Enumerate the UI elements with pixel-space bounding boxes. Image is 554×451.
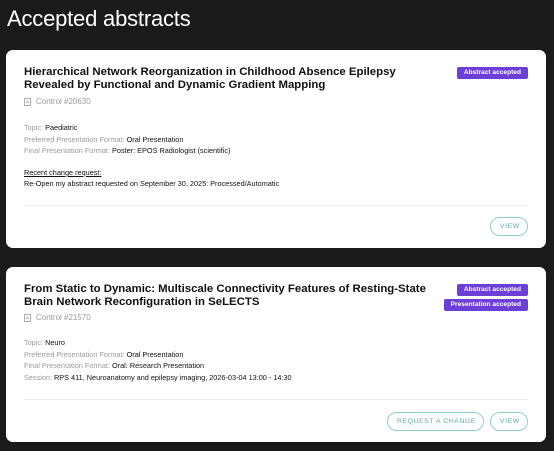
topic-label: Topic: — [24, 338, 44, 347]
topic-label: Topic: — [24, 123, 44, 132]
final-format-value: Poster: EPOS Radiologist (scientific) — [112, 146, 231, 155]
session-label: Session: — [24, 372, 52, 382]
preferred-format-label: Preferred Presentation Format: — [24, 134, 125, 144]
topic-value: Paediatric — [45, 123, 78, 132]
badge-group: Abstract accepted Presentation accepted — [443, 284, 528, 311]
preferred-format-row: Preferred Presentation Format: Oral Pres… — [24, 349, 292, 361]
control-number: Control #21570 — [24, 313, 91, 322]
control-label: Control #20630 — [36, 97, 91, 106]
abstract-meta: Topic: Neuro Preferred Presentation Form… — [24, 337, 292, 383]
topic-value: Neuro — [45, 338, 65, 347]
divider — [24, 205, 528, 206]
abstract-meta: Topic: Paediatric Preferred Presentation… — [24, 122, 230, 157]
preferred-format-value: Oral Presentation — [126, 349, 184, 359]
change-request-header: Recent change request: — [24, 168, 102, 177]
topic-row: Topic: Neuro — [24, 337, 292, 349]
final-format-label: Final Presentation Format: — [24, 361, 110, 370]
final-format-row: Final Presentation Format: Poster: EPOS … — [24, 145, 230, 157]
view-button[interactable]: VIEW — [490, 412, 528, 431]
view-button[interactable]: VIEW — [490, 217, 528, 236]
control-label: Control #21570 — [36, 313, 91, 322]
badge-group: Abstract accepted — [456, 67, 528, 79]
change-request-text: Re-Open my abstract requested on Septemb… — [24, 179, 280, 188]
topic-row: Topic: Paediatric — [24, 122, 230, 134]
document-icon — [24, 97, 31, 106]
session-value: RPS 411, Neuroanatomy and epilepsy imagi… — [54, 372, 292, 382]
abstract-card: From Static to Dynamic: Multiscale Conne… — [6, 267, 546, 442]
final-format-row: Final Presentation Format: Oral: Researc… — [24, 360, 292, 372]
presentation-accepted-badge: Presentation accepted — [443, 299, 528, 311]
abstract-title[interactable]: From Static to Dynamic: Multiscale Conne… — [24, 283, 444, 309]
document-icon — [24, 313, 31, 322]
abstract-card: Hierarchical Network Reorganization in C… — [6, 50, 546, 248]
recent-change-request: Recent change request: Re-Open my abstra… — [24, 167, 279, 189]
final-format-value: Oral: Research Presentation — [112, 361, 205, 370]
abstract-accepted-badge: Abstract accepted — [456, 284, 528, 296]
control-number: Control #20630 — [24, 97, 91, 106]
preferred-format-label: Preferred Presentation Format: — [24, 349, 125, 359]
session-row: Session: RPS 411, Neuroanatomy and epile… — [24, 372, 292, 384]
preferred-format-row: Preferred Presentation Format: Oral Pres… — [24, 134, 230, 146]
page-title: Accepted abstracts — [7, 6, 191, 31]
abstract-accepted-badge: Abstract accepted — [456, 67, 528, 79]
divider — [24, 399, 528, 400]
request-change-button[interactable]: REQUEST A CHANGE — [387, 412, 484, 431]
final-format-label: Final Presentation Format: — [24, 146, 110, 155]
abstract-title[interactable]: Hierarchical Network Reorganization in C… — [24, 66, 444, 92]
preferred-format-value: Oral Presentation — [126, 134, 184, 144]
